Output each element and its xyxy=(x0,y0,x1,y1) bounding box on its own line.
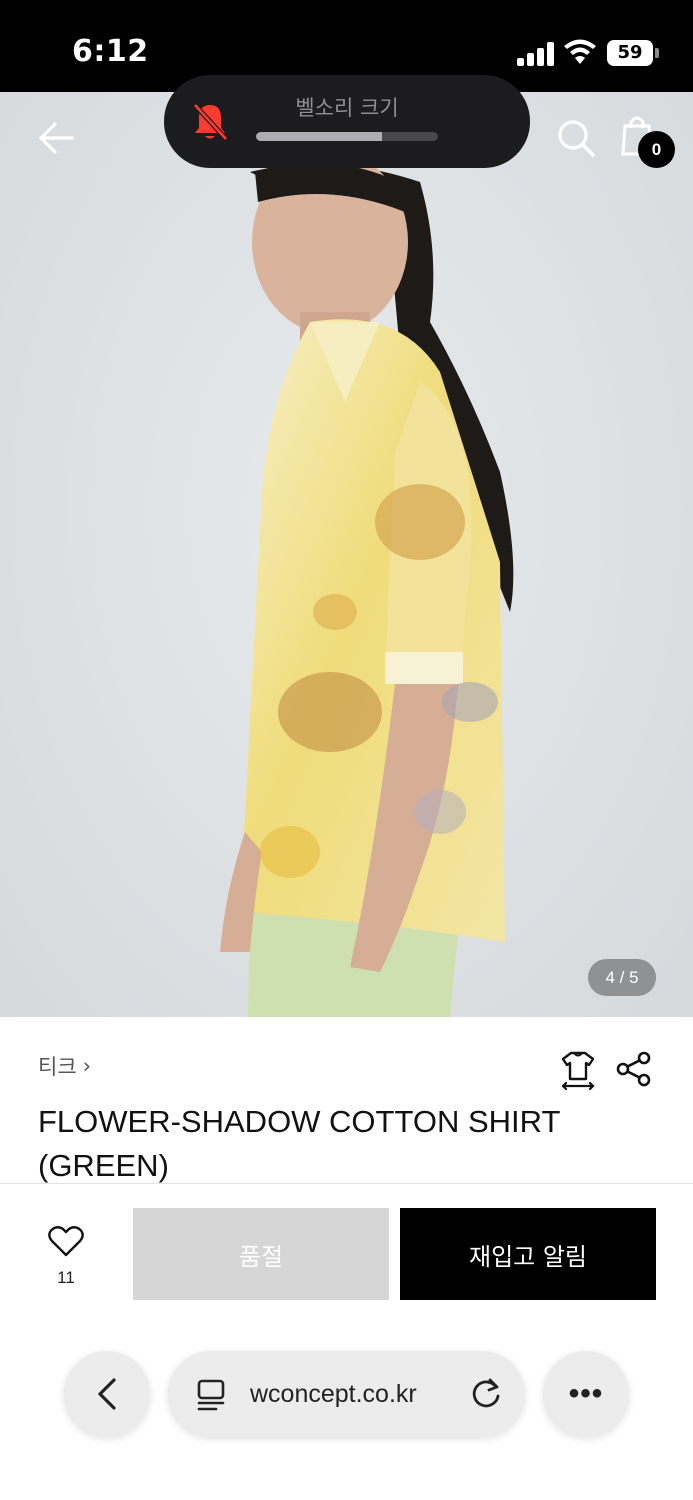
search-icon[interactable] xyxy=(553,115,599,161)
product-title: FLOWER-SHADOW COTTON SHIRT (GREEN) xyxy=(38,1100,658,1188)
image-counter: 4 / 5 xyxy=(588,959,656,996)
brand-link[interactable]: 티크 › xyxy=(38,1050,91,1082)
volume-hud-label: 벨소리 크기 xyxy=(295,96,399,120)
chevron-left-icon xyxy=(98,1378,116,1410)
product-image[interactable] xyxy=(0,92,693,1017)
product-photo-illustration xyxy=(220,150,514,1017)
signal-icon xyxy=(517,42,555,66)
browser-back-button[interactable] xyxy=(64,1351,150,1437)
url-text[interactable]: wconcept.co.kr xyxy=(250,1376,417,1412)
heart-icon xyxy=(48,1226,84,1257)
restock-alert-button[interactable]: 재입고 알림 xyxy=(400,1208,656,1300)
soldout-button[interactable]: 품절 xyxy=(133,1208,389,1300)
more-icon: ••• xyxy=(568,1377,604,1410)
back-button[interactable] xyxy=(30,112,82,164)
volume-level-fill xyxy=(256,132,382,141)
bell-muted-icon xyxy=(193,103,228,141)
product-title-line-2: (GREEN) xyxy=(38,1148,169,1183)
brand-name: 티크 xyxy=(38,1055,77,1079)
product-title-line-1: FLOWER-SHADOW COTTON SHIRT xyxy=(38,1104,561,1139)
chevron-right-icon: › xyxy=(82,1054,92,1078)
battery-level: 59 xyxy=(607,40,653,66)
wishlist-button[interactable] xyxy=(40,1225,92,1262)
more-button[interactable]: ••• xyxy=(543,1351,629,1437)
page-menu-icon[interactable] xyxy=(196,1376,228,1412)
volume-level-bar xyxy=(256,132,438,141)
like-count: 11 xyxy=(57,1268,75,1287)
cart-count-badge: 0 xyxy=(638,131,675,168)
back-arrow-icon xyxy=(39,122,74,154)
battery-tip xyxy=(655,48,659,58)
share-icon[interactable] xyxy=(615,1050,653,1088)
size-guide-icon[interactable] xyxy=(560,1050,596,1090)
status-time: 6:12 xyxy=(72,34,149,69)
wifi-icon xyxy=(564,39,596,64)
reload-icon[interactable] xyxy=(468,1374,504,1412)
